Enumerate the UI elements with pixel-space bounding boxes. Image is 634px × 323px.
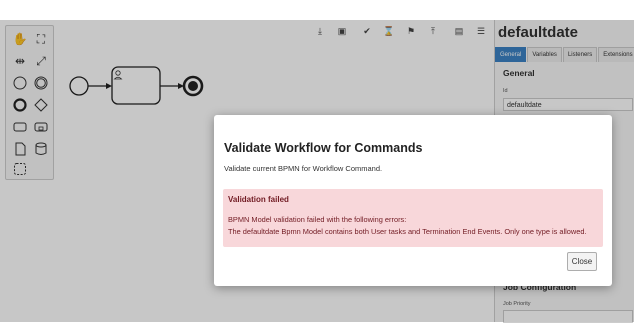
alert-body: BPMN Model validation failed with the fo… xyxy=(228,214,587,237)
close-button[interactable]: Close xyxy=(567,252,597,271)
modal-description: Validate current BPMN for Workflow Comma… xyxy=(224,164,383,173)
alert-line-1: BPMN Model validation failed with the fo… xyxy=(228,215,407,224)
alert-title: Validation failed xyxy=(228,195,289,204)
top-strip xyxy=(0,0,634,20)
modal-title: Validate Workflow for Commands xyxy=(224,141,423,155)
alert-line-2: The defaultdate Bpmn Model contains both… xyxy=(228,226,587,236)
validate-workflow-modal: Validate Workflow for Commands Validate … xyxy=(214,115,612,286)
validation-alert: Validation failed BPMN Model validation … xyxy=(223,189,603,247)
